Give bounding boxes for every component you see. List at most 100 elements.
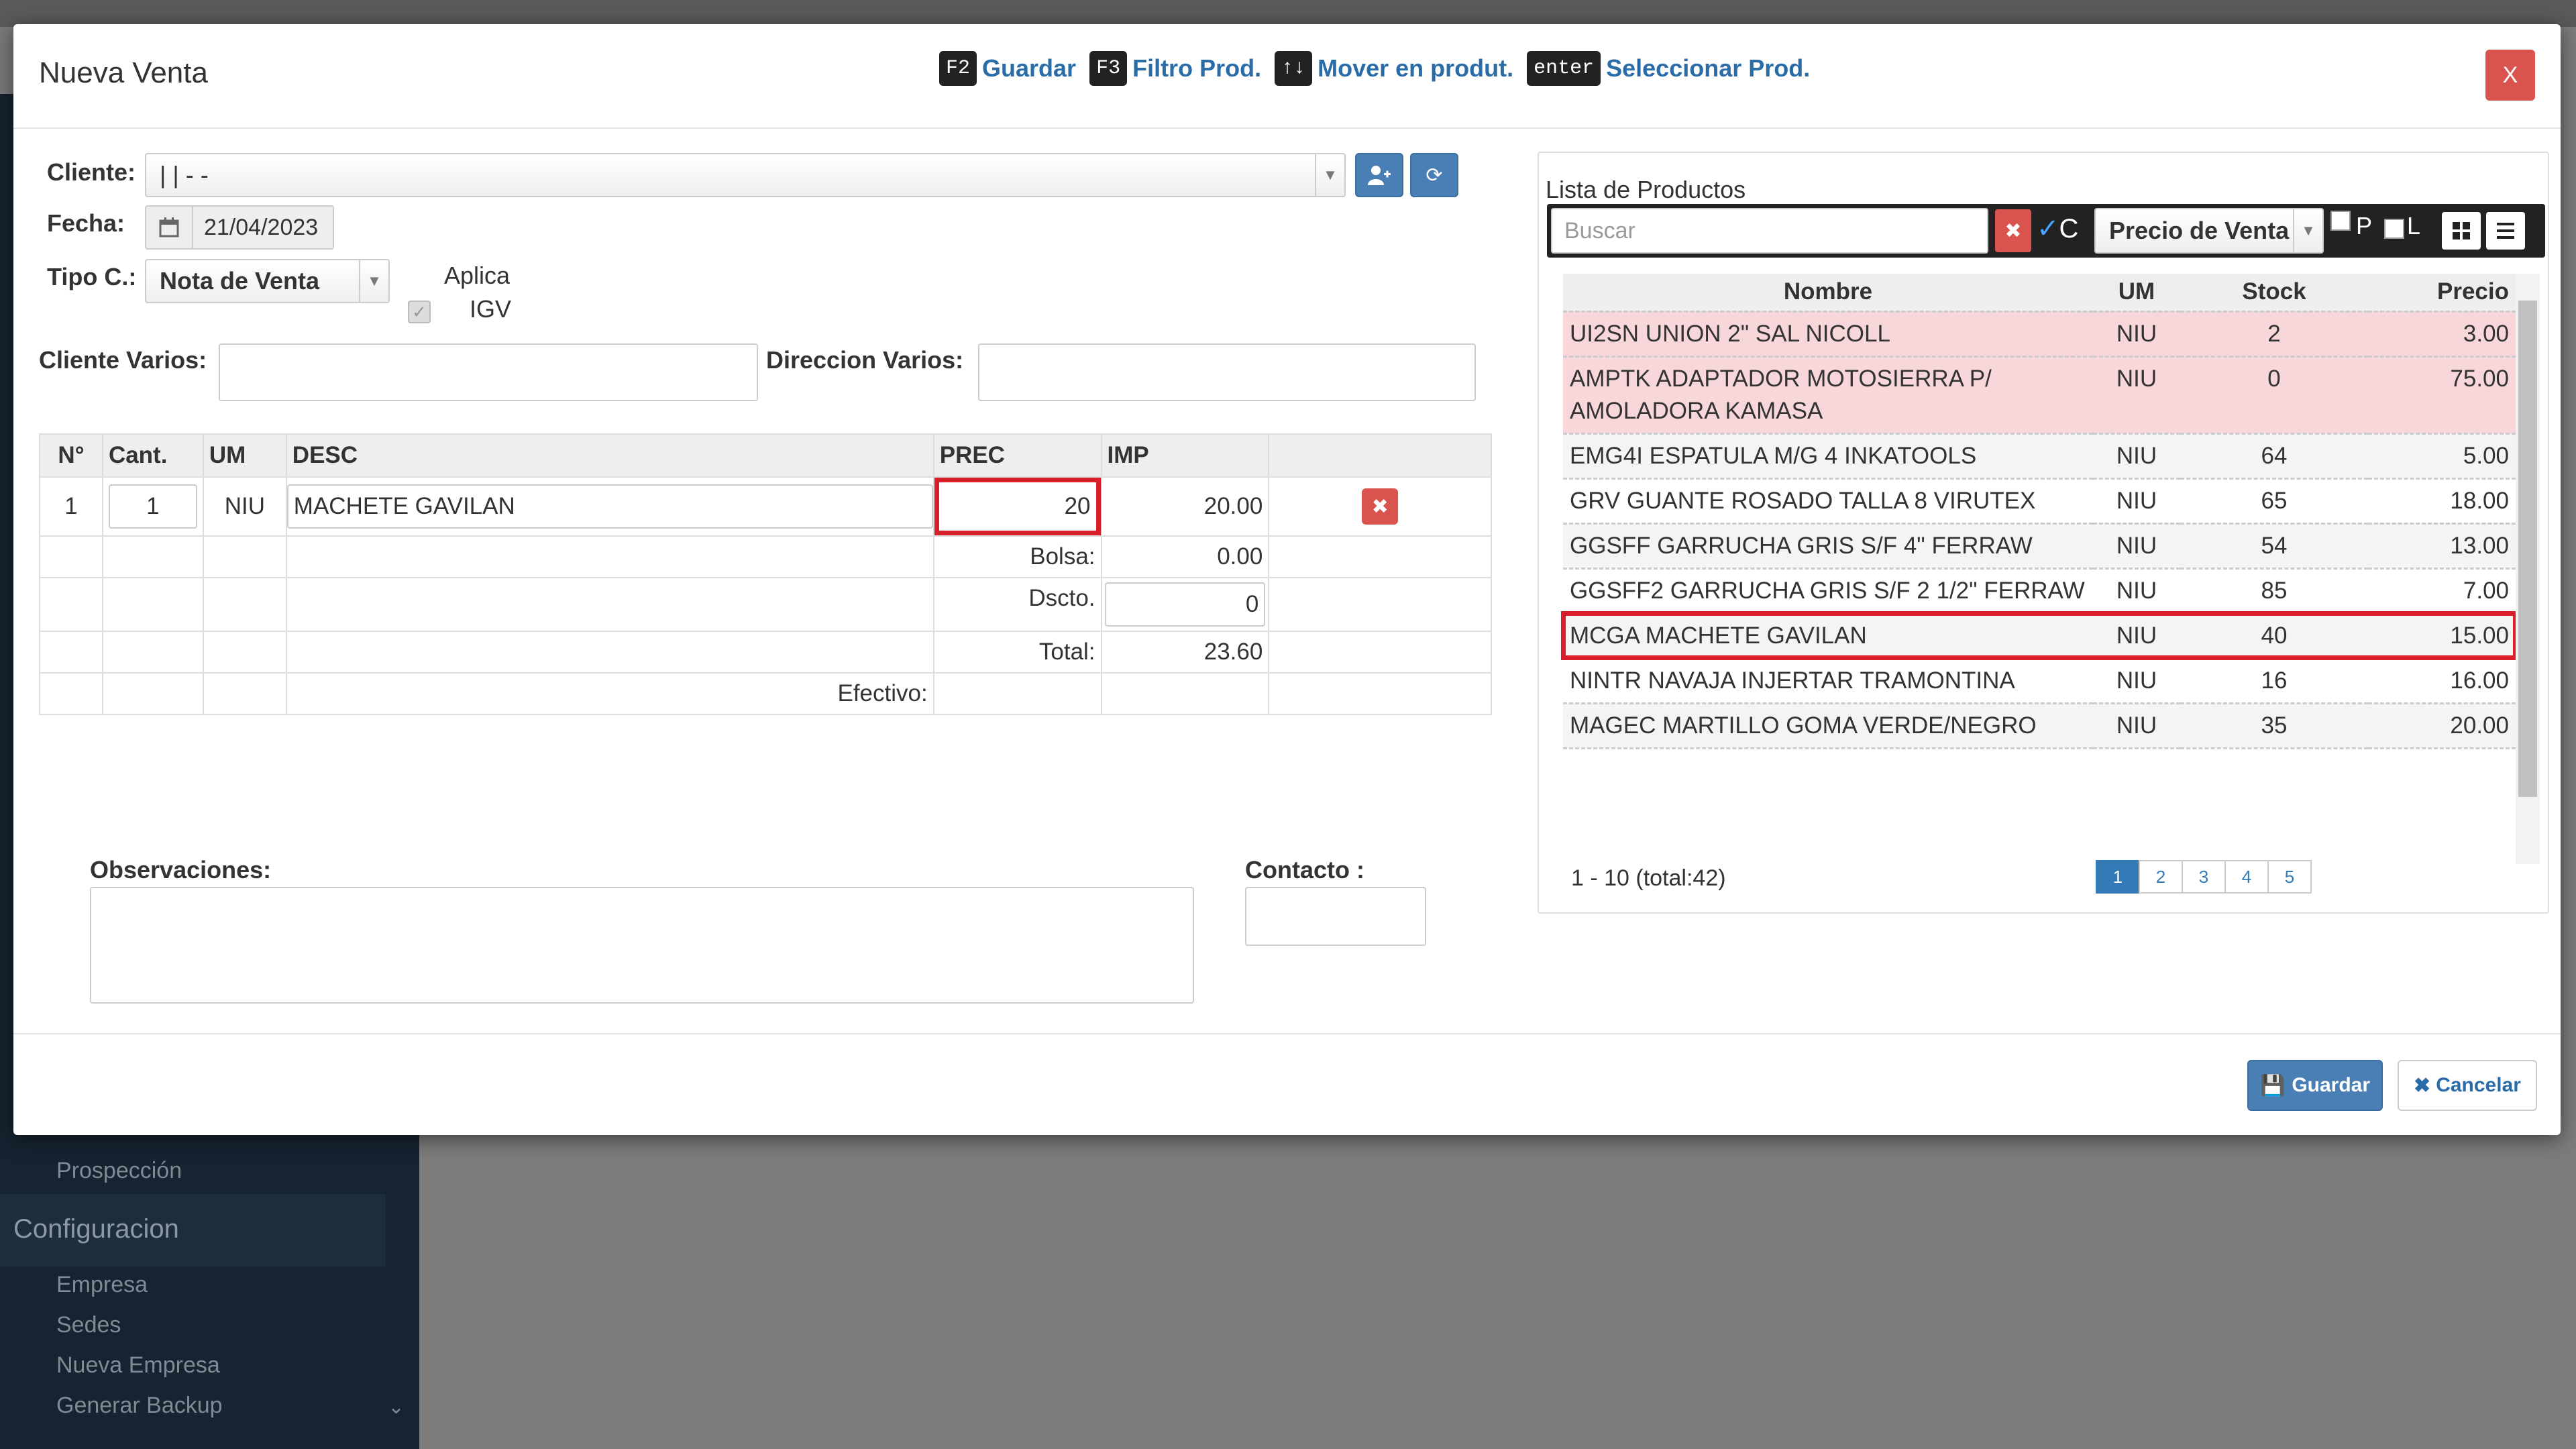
product-row[interactable]: AMPTK ADAPTADOR MOTOSIERRA P/ AMOLADORA … <box>1563 356 2516 435</box>
chevron-down-icon[interactable]: ⌄ <box>388 1395 405 1419</box>
col-prec: PREC <box>932 433 1102 478</box>
bolsa-row: Bolsa: 0.00 <box>39 535 1492 578</box>
tipo-value: Nota de Venta <box>160 267 320 294</box>
list-icon <box>2497 223 2514 239</box>
product-stock: 40 <box>2180 613 2368 659</box>
save-label: Guardar <box>2292 1074 2371 1096</box>
sidebar-section-configuracion[interactable]: Configuracion <box>0 1194 386 1267</box>
contacto-input[interactable] <box>1245 887 1426 946</box>
efectivo-label: Efectivo: <box>285 672 934 715</box>
list-view-button[interactable] <box>2486 212 2525 250</box>
product-row[interactable]: UI2SN UNION 2" SAL NICOLL NIU 2 3.00 <box>1563 311 2516 358</box>
product-row[interactable]: EMG4I ESPATULA M/G 4 INKATOOLS NIU 64 5.… <box>1563 433 2516 480</box>
sidebar-item-generar-backup[interactable]: Generar Backup <box>56 1393 223 1419</box>
observaciones-textarea[interactable] <box>90 887 1194 1004</box>
product-um: NIU <box>2093 613 2180 659</box>
product-row[interactable]: NINTR NAVAJA INJERTAR TRAMONTINA NIU 16 … <box>1563 658 2516 704</box>
close-icon: ✖ <box>1371 495 1389 518</box>
sidebar-item-prospeccion[interactable]: Prospección <box>56 1158 182 1184</box>
precio-input[interactable]: 20 <box>934 478 1101 535</box>
product-table: Nombre UM Stock Precio UI2SN UNION 2" SA… <box>1561 274 2518 749</box>
page-5[interactable]: 5 <box>2267 860 2312 894</box>
row-number: 1 <box>39 476 103 537</box>
descripcion-input[interactable]: MACHETE GAVILAN <box>286 484 933 529</box>
product-price: 75.00 <box>2368 356 2516 435</box>
cancel-button[interactable]: ✖ Cancelar <box>2398 1060 2537 1111</box>
product-stock: 0 <box>2180 356 2368 435</box>
efectivo-row: Efectivo: <box>39 672 1492 715</box>
cliente-varios-input[interactable] <box>219 343 758 401</box>
delete-row-button[interactable]: ✖ <box>1362 488 1399 525</box>
chevron-down-icon: ▼ <box>1315 154 1344 196</box>
cliente-label: Cliente: <box>47 158 136 186</box>
f2-key-icon: F2 <box>939 51 977 86</box>
col-nombre: Nombre <box>1563 274 2093 313</box>
cantidad-input[interactable]: 1 <box>108 484 197 529</box>
page-2[interactable]: 2 <box>2139 860 2183 894</box>
product-name: EMG4I ESPATULA M/G 4 INKATOOLS <box>1563 433 2093 480</box>
product-list-title: Lista de Productos <box>1546 176 1746 203</box>
col-imp: IMP <box>1100 433 1270 478</box>
check-icon: ✓ <box>2037 214 2059 244</box>
c-checkbox[interactable]: ✓C <box>2037 213 2078 244</box>
clear-search-button[interactable]: ✖ <box>1995 209 2031 252</box>
product-stock: 35 <box>2180 703 2368 749</box>
col-um: UM <box>2093 274 2180 313</box>
scrollbar-thumb[interactable] <box>2518 301 2537 797</box>
product-stock: 85 <box>2180 568 2368 614</box>
cliente-value: | | - - <box>160 161 209 189</box>
product-row[interactable]: MAGEC MARTILLO GOMA VERDE/NEGRO NIU 35 2… <box>1563 703 2516 749</box>
efectivo-input[interactable] <box>932 672 1102 715</box>
refresh-client-button[interactable]: ⟳ <box>1410 153 1458 197</box>
add-client-button[interactable] <box>1355 153 1403 197</box>
l-checkbox[interactable] <box>2384 219 2404 239</box>
product-um: NIU <box>2093 311 2180 358</box>
descuento-input[interactable]: 0 <box>1104 582 1266 627</box>
page-3[interactable]: 3 <box>2182 860 2226 894</box>
fecha-field[interactable]: 21/04/2023 <box>145 205 334 250</box>
col-action <box>1268 433 1492 478</box>
product-um: NIU <box>2093 356 2180 435</box>
product-row[interactable]: GRV GUANTE ROSADO TALLA 8 VIRUTEX NIU 65… <box>1563 478 2516 525</box>
tipo-comprobante-select[interactable]: Nota de Venta ▼ <box>145 259 390 303</box>
l-label: L <box>2407 212 2421 239</box>
shortcut-seleccionar: Seleccionar Prod. <box>1606 54 1811 82</box>
price-type-select[interactable]: Precio de Venta ▼ <box>2094 208 2324 254</box>
product-price: 13.00 <box>2368 523 2516 570</box>
pagination: 1 2 3 4 5 <box>2096 860 2312 894</box>
product-row[interactable]: GGSFF GARRUCHA GRIS S/F 4" FERRAW NIU 54… <box>1563 523 2516 570</box>
product-row-selected[interactable]: MCGA MACHETE GAVILAN NIU 40 15.00 <box>1561 611 2518 660</box>
igv-checkbox[interactable]: ✓ <box>408 301 431 323</box>
sidebar-item-empresa[interactable]: Empresa <box>56 1272 148 1298</box>
page-1[interactable]: 1 <box>2096 860 2140 894</box>
search-input[interactable]: Buscar <box>1551 208 1988 254</box>
arrows-key-icon: ↑↓ <box>1275 51 1313 86</box>
sidebar-item-sedes[interactable]: Sedes <box>56 1312 121 1338</box>
close-button[interactable]: X <box>2485 50 2535 101</box>
chevron-down-icon: ▼ <box>2293 209 2322 252</box>
save-button[interactable]: 💾 Guardar <box>2247 1060 2383 1111</box>
direccion-varios-input[interactable] <box>978 343 1476 401</box>
f3-key-icon: F3 <box>1089 51 1128 86</box>
product-name: GGSFF2 GARRUCHA GRIS S/F 2 1/2" FERRAW <box>1563 568 2093 614</box>
detail-header-row: N° Cant. UM DESC PREC IMP <box>39 433 1492 478</box>
modal-title: Nueva Venta <box>39 56 208 89</box>
product-name: UI2SN UNION 2" SAL NICOLL <box>1563 311 2093 358</box>
p-checkbox[interactable] <box>2330 211 2351 231</box>
product-name: AMPTK ADAPTADOR MOTOSIERRA P/ AMOLADORA … <box>1563 356 2093 435</box>
cliente-varios-label: Cliente Varios: <box>39 346 207 374</box>
product-um: NIU <box>2093 568 2180 614</box>
shortcut-hints: F2 Guardar F3 Filtro Prod. ↑↓ Mover en p… <box>939 51 1818 86</box>
grid-view-button[interactable] <box>2442 212 2481 250</box>
row-um: NIU <box>202 476 287 537</box>
sidebar-item-nueva-empresa[interactable]: Nueva Empresa <box>56 1352 220 1379</box>
product-scrollbar[interactable] <box>2516 274 2540 864</box>
product-row[interactable]: GGSFF2 GARRUCHA GRIS S/F 2 1/2" FERRAW N… <box>1563 568 2516 614</box>
total-value: 23.60 <box>1100 631 1270 674</box>
cliente-select[interactable]: | | - - ▼ <box>145 153 1346 197</box>
page-4[interactable]: 4 <box>2224 860 2269 894</box>
close-icon: ✖ <box>2004 219 2022 242</box>
price-type-value: Precio de Venta <box>2109 217 2290 244</box>
tipo-label: Tipo C.: <box>47 263 137 290</box>
bolsa-value: 0.00 <box>1100 535 1270 578</box>
